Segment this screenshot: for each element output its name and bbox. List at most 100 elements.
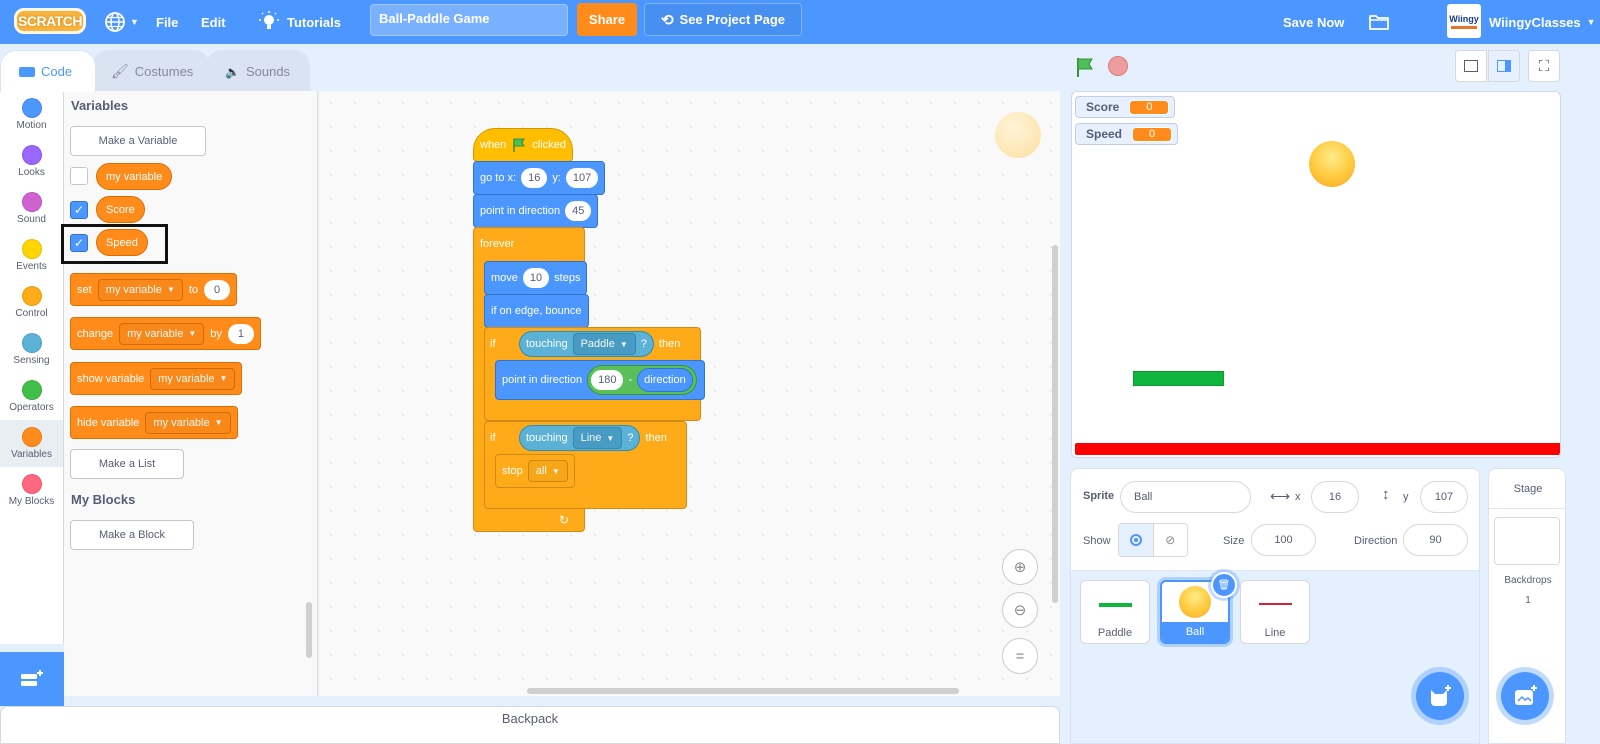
- paddle-sprite[interactable]: [1133, 371, 1224, 386]
- choose-backdrop-button[interactable]: [1501, 672, 1549, 720]
- line-sprite[interactable]: [1075, 443, 1560, 455]
- zoom-reset-button[interactable]: =: [1002, 638, 1038, 674]
- point-in-direction-block[interactable]: point in direction 45: [473, 194, 599, 228]
- touching-line-block[interactable]: touching Line ▼ ?: [519, 425, 641, 451]
- y-input[interactable]: 107: [565, 168, 599, 188]
- direction-reporter[interactable]: direction: [637, 368, 693, 392]
- direction-input[interactable]: 45: [565, 201, 592, 221]
- variable-reporter-my-variable[interactable]: my variable: [96, 163, 173, 190]
- file-menu[interactable]: File: [156, 0, 178, 44]
- small-stage-button[interactable]: [1455, 50, 1487, 82]
- show-variable-block[interactable]: show variable my variable ▼: [70, 362, 243, 395]
- edit-menu[interactable]: Edit: [201, 0, 226, 44]
- if-on-edge-bounce-block[interactable]: if on edge, bounce: [484, 294, 589, 328]
- move-steps-block[interactable]: move 10 steps: [484, 261, 588, 295]
- go-to-xy-block[interactable]: go to x: 16 y: 107: [473, 161, 606, 195]
- category-motion[interactable]: Motion: [0, 91, 63, 138]
- monitor-value: 0: [1132, 126, 1173, 142]
- subtract-operator-block[interactable]: 180 - direction: [587, 365, 697, 395]
- tab-code[interactable]: Code: [0, 50, 96, 92]
- zoom-out-button[interactable]: ⊖: [1002, 592, 1038, 628]
- zoom-in-button[interactable]: ⊕: [1002, 549, 1038, 585]
- scratch-logo[interactable]: SCRATCH: [14, 8, 86, 34]
- tab-sounds[interactable]: 🔈 Sounds: [206, 50, 310, 92]
- hide-sprite-button[interactable]: ⊘: [1154, 524, 1188, 556]
- account-menu[interactable]: WiingyClasses ▼: [1489, 0, 1596, 44]
- workspace-horizontal-scrollbar[interactable]: [527, 688, 959, 694]
- motion-dot-icon: [21, 98, 42, 118]
- language-menu[interactable]: ▼: [104, 0, 139, 44]
- fullscreen-button[interactable]: ⛶: [1528, 50, 1560, 82]
- show-sprite-button[interactable]: [1119, 524, 1154, 556]
- variable-dropdown[interactable]: my variable ▼: [150, 367, 236, 390]
- direction-input[interactable]: 90: [1403, 524, 1468, 556]
- steps-input[interactable]: 10: [522, 268, 550, 288]
- when-flag-clicked-block[interactable]: when clicked: [473, 128, 573, 162]
- value-input[interactable]: 0: [204, 279, 231, 300]
- project-title-input[interactable]: Ball-Paddle Game: [370, 4, 568, 36]
- save-now-button[interactable]: Save Now: [1283, 0, 1344, 44]
- touching-target-dropdown[interactable]: Paddle ▼: [572, 333, 636, 355]
- category-looks[interactable]: Looks: [0, 138, 63, 185]
- large-stage-button[interactable]: [1488, 50, 1520, 82]
- large-stage-icon: [1497, 60, 1511, 72]
- category-operators[interactable]: Operators: [0, 373, 63, 420]
- stage-canvas[interactable]: Score 0 Speed 0: [1071, 91, 1561, 458]
- sprite-tile-line[interactable]: Line: [1240, 580, 1310, 644]
- variable-checkbox-score[interactable]: ✓: [70, 201, 88, 219]
- touching-target-dropdown[interactable]: Line ▼: [572, 427, 623, 449]
- variable-dropdown[interactable]: my variable ▼: [145, 411, 231, 434]
- value-input[interactable]: 1: [227, 323, 254, 344]
- choose-sprite-button[interactable]: [1416, 672, 1464, 720]
- backpack[interactable]: Backpack: [0, 706, 1060, 744]
- category-sensing[interactable]: Sensing: [0, 326, 63, 373]
- category-events[interactable]: Events: [0, 232, 63, 279]
- variable-checkbox-my-variable[interactable]: [70, 167, 88, 185]
- category-variables[interactable]: Variables: [0, 420, 63, 467]
- my-blocks-heading: My Blocks: [71, 492, 136, 507]
- vertical-arrows-icon: ↕: [1382, 486, 1390, 503]
- change-variable-block[interactable]: change my variable ▼ by 1: [70, 317, 261, 350]
- code-workspace[interactable]: when clicked go to x: 16 y: 107 point in…: [319, 91, 1060, 696]
- lightbulb-icon: [259, 11, 279, 29]
- stop-button[interactable]: [1108, 56, 1128, 76]
- stop-block[interactable]: stop all ▼: [495, 454, 575, 488]
- variable-monitor-speed[interactable]: Speed 0: [1075, 123, 1179, 145]
- category-sound[interactable]: Sound: [0, 185, 63, 232]
- variable-reporter-score[interactable]: Score: [96, 196, 145, 223]
- operand-input[interactable]: 180: [591, 370, 624, 390]
- tab-costumes[interactable]: 🖌 Costumes: [92, 50, 210, 92]
- stop-option-dropdown[interactable]: all ▼: [527, 460, 568, 482]
- make-block-button[interactable]: Make a Block: [70, 520, 194, 550]
- category-control[interactable]: Control: [0, 279, 63, 326]
- x-input[interactable]: 16: [521, 168, 548, 188]
- make-variable-button[interactable]: Make a Variable: [70, 126, 206, 156]
- add-extension-button[interactable]: [0, 652, 64, 706]
- set-variable-block[interactable]: set my variable ▼ to 0: [70, 273, 238, 306]
- avatar[interactable]: Wiingy: [1447, 4, 1481, 38]
- y-input[interactable]: 107: [1420, 481, 1468, 513]
- tutorials-button[interactable]: Tutorials: [259, 0, 341, 44]
- workspace-vertical-scrollbar[interactable]: [1052, 245, 1058, 603]
- if-then-header: if touching Line ▼ ? then: [484, 421, 687, 455]
- backdrop-thumbnail: [1494, 517, 1560, 565]
- palette-scrollbar[interactable]: [306, 602, 312, 658]
- variable-dropdown[interactable]: my variable ▼: [119, 322, 205, 345]
- sprite-name-input[interactable]: Ball: [1120, 481, 1251, 513]
- hide-variable-block[interactable]: hide variable my variable ▼: [70, 406, 238, 439]
- share-button[interactable]: Share: [577, 3, 637, 36]
- point-in-direction-block[interactable]: point in direction 180 - direction: [495, 360, 705, 400]
- size-input[interactable]: 100: [1251, 524, 1316, 556]
- touching-paddle-block[interactable]: touching Paddle ▼ ?: [519, 331, 654, 357]
- my-stuff-button[interactable]: [1368, 0, 1390, 44]
- see-project-page-button[interactable]: ⟲ See Project Page: [644, 3, 802, 36]
- make-list-button[interactable]: Make a List: [70, 449, 184, 479]
- x-input[interactable]: 16: [1311, 481, 1359, 513]
- variable-monitor-score[interactable]: Score 0: [1075, 96, 1176, 118]
- delete-sprite-button[interactable]: 🗑: [1211, 572, 1237, 598]
- sprite-tile-paddle[interactable]: Paddle: [1080, 580, 1150, 644]
- variable-dropdown[interactable]: my variable ▼: [97, 278, 183, 301]
- ball-sprite[interactable]: [1309, 141, 1355, 187]
- category-my-blocks[interactable]: My Blocks: [0, 467, 63, 514]
- green-flag-button[interactable]: [1074, 56, 1096, 81]
